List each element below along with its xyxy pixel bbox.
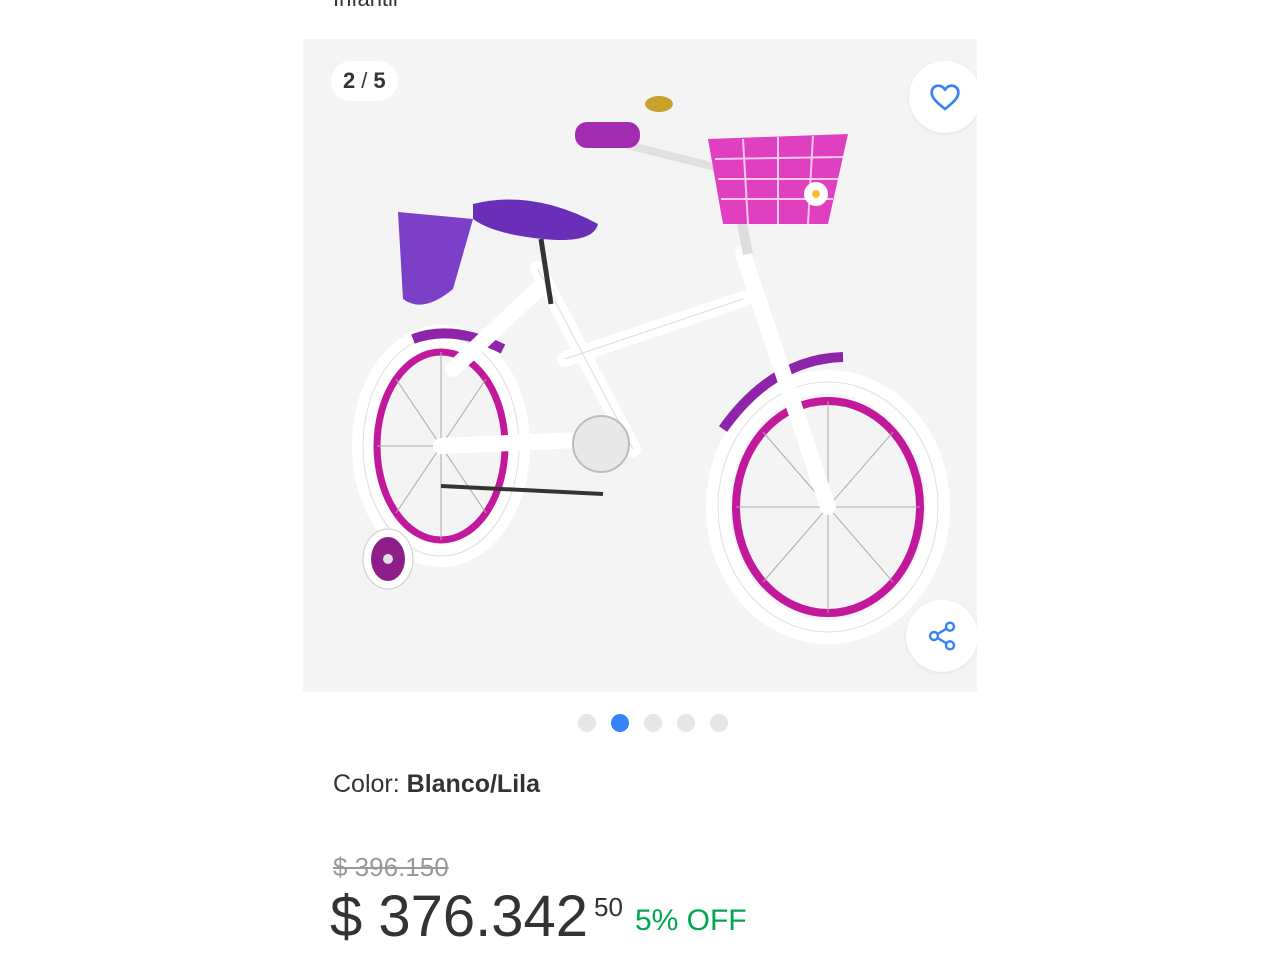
- product-title-fragment: Infantil: [333, 0, 398, 12]
- discount-badge: 5% OFF: [634, 904, 747, 937]
- image-counter-current: 2: [343, 68, 356, 93]
- image-counter: 2 / 5: [331, 61, 398, 101]
- gallery-pagination: [578, 714, 728, 732]
- gallery-dot-4[interactable]: [677, 714, 695, 732]
- gallery-dot-1[interactable]: [578, 714, 596, 732]
- color-value: Blanco/Lila: [406, 770, 541, 798]
- share-button[interactable]: [906, 600, 977, 672]
- color-selection: Color: Blanco/Lila: [333, 770, 540, 799]
- image-counter-separator: /: [361, 68, 368, 93]
- heart-outline-icon: [930, 84, 960, 111]
- color-label: Color:: [333, 770, 400, 798]
- product-image-bicycle: [352, 96, 950, 644]
- current-price: $ 376.342 50 5% OFF: [330, 884, 747, 950]
- gallery-dot-2[interactable]: [611, 714, 629, 732]
- price-cents: 50: [594, 892, 623, 922]
- original-price: $ 396.150: [333, 852, 449, 882]
- share-icon: [928, 621, 956, 651]
- gallery-dot-3[interactable]: [644, 714, 662, 732]
- gallery-dot-5[interactable]: [710, 714, 728, 732]
- favorite-button[interactable]: [909, 61, 977, 133]
- product-image-gallery[interactable]: 2 / 5: [303, 39, 977, 692]
- image-counter-total: 5: [373, 68, 386, 93]
- price-amount: $ 376.342: [330, 884, 589, 949]
